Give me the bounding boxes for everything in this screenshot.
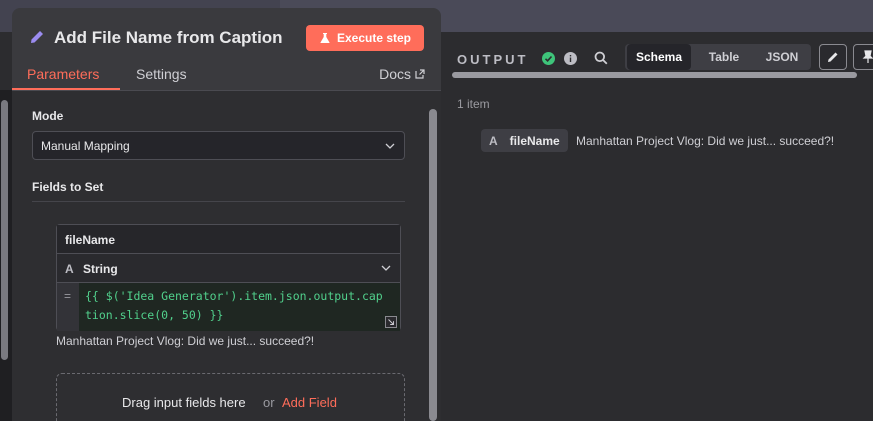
input-panel-scrollbar[interactable]: [1, 100, 8, 360]
pencil-icon[interactable]: [28, 28, 46, 46]
expand-icon[interactable]: [385, 316, 397, 328]
expression-editor[interactable]: {{ $('Idea Generator').item.json.output.…: [79, 283, 400, 331]
field-type-select[interactable]: A String: [57, 254, 400, 283]
panel-tabs: Parameters Settings Docs: [12, 58, 441, 91]
success-check-icon: [542, 52, 555, 65]
expression-preview: Manhattan Project Vlog: Did we just... s…: [56, 334, 315, 348]
schema-value: Manhattan Project Vlog: Did we just... s…: [576, 134, 835, 148]
chevron-down-icon: [381, 265, 391, 271]
info-icon[interactable]: [564, 52, 577, 65]
flask-icon: [320, 33, 330, 43]
mode-label: Mode: [32, 109, 64, 123]
output-item-count: 1 item: [457, 97, 490, 111]
pencil-icon: [828, 52, 838, 62]
pin-icon: [862, 50, 873, 63]
mode-select[interactable]: Manual Mapping: [32, 131, 405, 160]
schema-key: fileName: [509, 133, 560, 148]
drop-zone-or: or: [263, 395, 275, 410]
drop-zone-text: Drag input fields here: [122, 395, 246, 410]
external-link-icon: [415, 69, 425, 79]
output-body: 1 item A fileName Manhattan Project Vlog…: [441, 78, 873, 421]
schema-key-chip[interactable]: A fileName: [481, 129, 568, 152]
docs-label: Docs: [379, 66, 411, 82]
field-type-value: String: [83, 262, 118, 276]
chevron-down-icon: [385, 143, 395, 149]
view-table[interactable]: Table: [695, 44, 753, 70]
search-icon[interactable]: [594, 51, 608, 65]
parameters-scrollbar[interactable]: [429, 109, 437, 421]
docs-link[interactable]: Docs: [379, 66, 425, 82]
output-title: OUTPUT: [457, 52, 529, 67]
execute-step-button[interactable]: Execute step: [306, 25, 424, 51]
add-field-link[interactable]: Add Field: [282, 395, 337, 410]
node-title[interactable]: Add File Name from Caption: [54, 28, 283, 48]
active-tab-indicator: [12, 88, 120, 90]
view-json[interactable]: JSON: [753, 44, 811, 70]
string-type-icon: A: [489, 133, 498, 148]
fields-to-set-label: Fields to Set: [32, 180, 104, 194]
execute-step-label: Execute step: [336, 31, 412, 45]
node-parameters-panel: Add File Name from Caption Execute step …: [12, 8, 441, 421]
tab-settings[interactable]: Settings: [136, 66, 187, 82]
field-assignment-card: fileName A String = {{ $('Idea Generator…: [56, 224, 401, 331]
section-divider: [32, 201, 405, 202]
edit-output-button[interactable]: [819, 44, 847, 70]
pin-output-button[interactable]: [853, 44, 873, 70]
drop-zone[interactable]: Drag input fields here or Add Field: [56, 373, 405, 421]
field-name-input[interactable]: fileName: [57, 225, 400, 254]
tab-parameters[interactable]: Parameters: [27, 66, 99, 82]
expression-marker: =: [57, 283, 79, 331]
output-view-switcher: Schema Table JSON: [625, 44, 811, 70]
mode-value: Manual Mapping: [41, 139, 130, 153]
expression-line-1: {{ $('Idea Generator').item.json.output.…: [85, 289, 383, 303]
string-type-icon: A: [65, 262, 74, 276]
expression-line-2: tion.slice(0, 50) }}: [85, 308, 224, 322]
view-schema[interactable]: Schema: [627, 44, 691, 70]
